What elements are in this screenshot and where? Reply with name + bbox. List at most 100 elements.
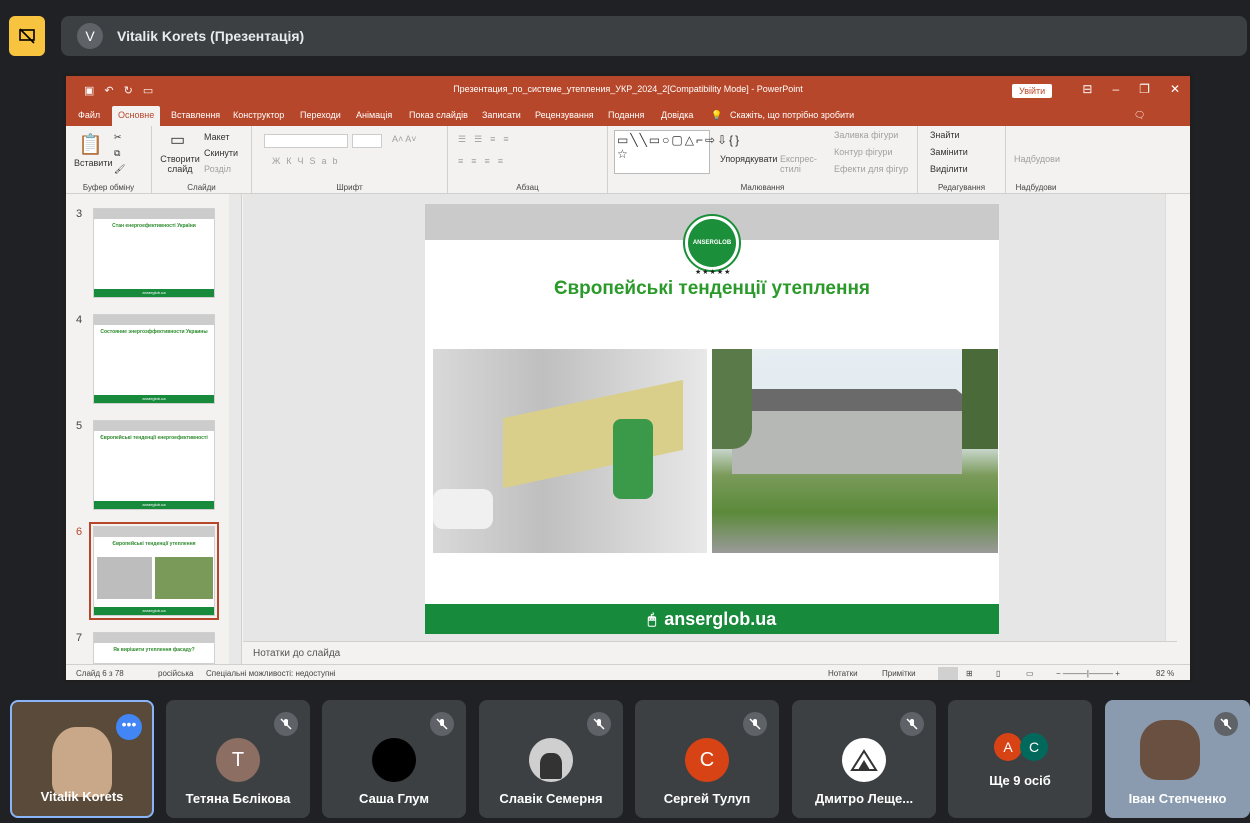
thumbnails-scrollbar[interactable] [229, 194, 241, 664]
presenter-pill[interactable]: V Vitalik Korets (Презентація) [61, 16, 1247, 56]
notes-pane[interactable]: Нотатки до слайда [243, 641, 1177, 664]
worker-figure [613, 419, 653, 499]
thumb-photo [97, 557, 152, 599]
tab-file[interactable]: Файл [78, 110, 100, 120]
slide-thumbnail[interactable]: Стан енергоефективності України anserglo… [93, 208, 215, 298]
shape-effects-button[interactable]: Ефекти для фігур [834, 164, 908, 174]
reading-view-icon[interactable]: ▯ [996, 669, 1000, 678]
minimize-icon[interactable]: – [1112, 82, 1119, 96]
participant-tile[interactable]: C Сергей Тулуп [635, 700, 779, 818]
tab-insert[interactable]: Вставлення [171, 110, 220, 120]
thumb-title: Стан енергоефективності України [112, 223, 196, 229]
cut-icon[interactable]: ✂ [114, 132, 122, 143]
layout-button[interactable]: Макет [204, 132, 229, 142]
participant-tile[interactable]: Саша Глум [322, 700, 466, 818]
drawing-label: Малювання [740, 183, 785, 192]
status-bar: Слайд 6 з 78 російська Спеціальні можлив… [66, 664, 1190, 680]
tab-view[interactable]: Подання [608, 110, 644, 120]
shapes-gallery[interactable]: ▭╲╲▭○▢△⌐⇨⇩{}☆ [614, 130, 739, 174]
thumb-footer: anserglob.ua [94, 289, 214, 297]
paste-icon[interactable]: 📋 [78, 132, 103, 157]
tab-home[interactable]: Основне [112, 106, 161, 126]
ribbon-display-icon[interactable]: ⊟ [1082, 82, 1092, 96]
new-slide-button[interactable]: Створити слайд [160, 154, 200, 174]
copy-icon[interactable]: ⧉ [114, 148, 120, 159]
font-size-box[interactable] [352, 134, 382, 148]
participant-tile-ivan[interactable]: Іван Степченко [1105, 700, 1250, 818]
thumb-footer: anserglob.ua [94, 395, 214, 403]
paste-button[interactable]: Вставити [74, 158, 113, 168]
group-drawing: ▭╲╲▭○▢△⌐⇨⇩{}☆ Упорядкувати Експрес-стилі… [608, 126, 918, 194]
participant-tile[interactable]: T Тетяна Бєлікова [166, 700, 310, 818]
mic-off-icon [430, 712, 454, 736]
participant-tile[interactable]: Дмитро Леще... [792, 700, 936, 818]
slide-sorter-icon[interactable]: ⊞ [966, 669, 973, 678]
section-button[interactable]: Розділ [204, 164, 231, 174]
tab-animations[interactable]: Анімація [356, 110, 392, 120]
participant-avatar: T [216, 738, 260, 782]
mic-off-icon [274, 712, 298, 736]
slide-thumbnail[interactable]: Європейські тенденції енергоефективності… [93, 420, 215, 510]
tell-me-box[interactable]: Скажіть, що потрібно зробити [730, 110, 854, 120]
notes-button[interactable]: Нотатки [828, 669, 858, 678]
list-icons[interactable]: ☰☰≡≡ [458, 134, 517, 145]
slide[interactable]: ANSERGLOB ★★★★★ Європейські тенденції ут… [425, 204, 999, 634]
addins-button[interactable]: Надбудови [1014, 154, 1060, 164]
tab-review[interactable]: Рецензування [535, 110, 594, 120]
slide-thumbnail[interactable]: Состояние энергоэффективности Украины an… [93, 314, 215, 404]
thumb-photo [155, 557, 213, 599]
thumb-number: 7 [76, 632, 83, 644]
shape-fill-button[interactable]: Заливка фігури [834, 130, 898, 140]
normal-view-icon[interactable] [938, 667, 958, 680]
stop-presenting-button[interactable] [9, 16, 45, 56]
slide-thumbnail[interactable]: Як вирішити утеплення фасаду? [93, 632, 215, 664]
more-options-icon[interactable]: ••• [116, 714, 142, 740]
slide-thumbnail-selected[interactable]: Європейські тенденції утеплення anserglo… [89, 522, 219, 620]
participant-tile-vitalik[interactable]: ••• Vitalik Korets [10, 700, 154, 818]
tab-transitions[interactable]: Переходи [300, 110, 341, 120]
house-roof [722, 389, 982, 411]
participant-name: Тетяна Бєлікова [185, 791, 291, 806]
close-icon[interactable]: ✕ [1170, 82, 1180, 96]
thumb-footer: anserglob.ua [94, 501, 214, 509]
language[interactable]: російська [158, 669, 193, 678]
zoom-level[interactable]: 82 % [1156, 669, 1174, 678]
comments-icon[interactable]: 🗨 [1134, 110, 1145, 121]
signin-button[interactable]: Увійти [1012, 84, 1053, 98]
maximize-icon[interactable]: ❐ [1139, 82, 1150, 96]
format-painter-icon[interactable]: 🖌 [114, 164, 125, 175]
logo-stars: ★★★★★ [695, 269, 732, 276]
group-clipboard: 📋 Вставити ✂ ⧉ 🖌 Буфер обміну [66, 126, 152, 194]
font-name-box[interactable] [264, 134, 348, 148]
shape-outline-button[interactable]: Контур фігури [834, 147, 892, 157]
comments-button[interactable]: Примітки [882, 669, 916, 678]
accessibility-status[interactable]: Спеціальні можливості: недоступні [206, 669, 336, 678]
slide-scrollbar[interactable] [1165, 194, 1177, 641]
tab-help[interactable]: Довідка [661, 110, 693, 120]
tab-design[interactable]: Конструктор [233, 110, 284, 120]
font-format-icons[interactable]: ЖКЧSab [272, 156, 344, 166]
more-participants-tile[interactable]: A C Ще 9 осіб [948, 700, 1092, 818]
align-icons[interactable]: ≡≡≡≡ [458, 156, 511, 166]
quick-styles-button[interactable]: Експрес-стилі [780, 154, 820, 174]
footer-url: anserglob.ua [664, 608, 777, 629]
group-addins: Надбудови Надбудови [1006, 126, 1066, 194]
slideshow-view-icon[interactable]: ▭ [1026, 669, 1034, 678]
tab-record[interactable]: Записати [482, 110, 521, 120]
find-button[interactable]: Знайти [930, 130, 960, 140]
window-controls: ⊟ – ❐ ✕ [1082, 82, 1180, 96]
thumb-header [94, 527, 214, 537]
participant-name: Дмитро Леще... [814, 791, 914, 806]
font-label: Шрифт [336, 183, 363, 192]
thumb-title: Європейські тенденції утеплення [112, 541, 196, 547]
reset-button[interactable]: Скинути [204, 148, 238, 158]
addins-label: Надбудови [1015, 183, 1057, 192]
tab-slideshow[interactable]: Показ слайдів [409, 110, 468, 120]
arrange-button[interactable]: Упорядкувати [720, 154, 777, 164]
select-button[interactable]: Виділити [930, 164, 968, 174]
zoom-slider[interactable]: − ———|——— + [1056, 669, 1120, 678]
new-slide-icon: ▭ [170, 132, 186, 149]
participant-tile[interactable]: Славік Семерня [479, 700, 623, 818]
grow-font-icon[interactable]: A˄ A˅ [392, 134, 417, 144]
replace-button[interactable]: Замінити [930, 147, 968, 157]
